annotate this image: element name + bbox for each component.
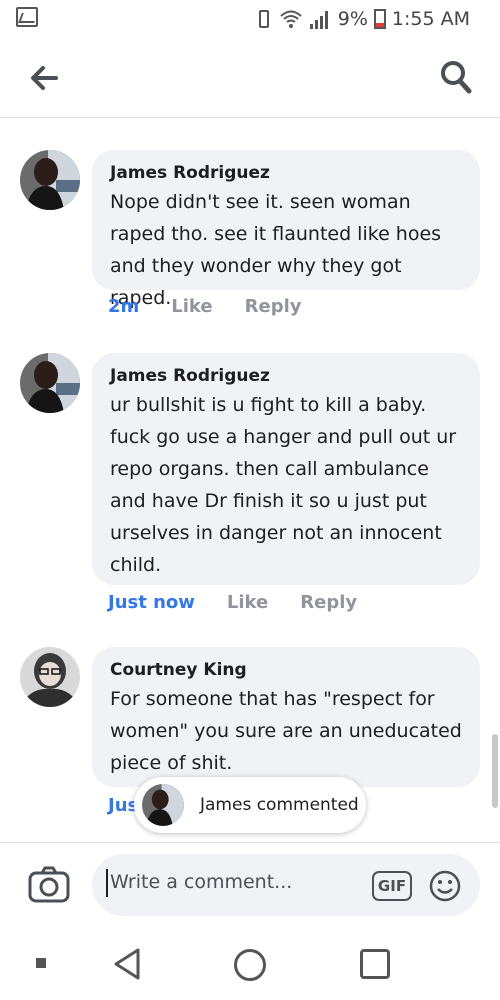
scrollbar[interactable]	[492, 734, 498, 808]
avatar	[142, 784, 184, 826]
camera-icon[interactable]	[28, 865, 70, 905]
search-icon[interactable]	[440, 60, 472, 94]
status-bar: 9% 1:55 AM	[0, 0, 500, 40]
emoji-icon[interactable]	[428, 869, 462, 903]
comment-text: For someone that has "respect for women"…	[110, 688, 462, 774]
vibrate-icon	[254, 9, 274, 29]
battery-percent: 9%	[337, 8, 368, 30]
status-icons: 9% 1:55 AM	[254, 8, 470, 30]
nav-indicator-icon	[36, 958, 46, 968]
system-nav-bar	[0, 930, 500, 1000]
nav-home-icon[interactable]	[234, 949, 266, 981]
nav-back-icon[interactable]	[110, 946, 144, 982]
like-button[interactable]: Like	[227, 592, 268, 613]
clock: 1:55 AM	[391, 8, 470, 30]
avatar[interactable]	[20, 647, 80, 707]
comment-author[interactable]: James Rodriguez	[110, 363, 464, 389]
like-button[interactable]: Like	[171, 296, 212, 317]
new-comment-toast[interactable]: James commented	[134, 777, 366, 833]
comment-bubble: Courtney King For someone that has "resp…	[92, 647, 480, 787]
comment-text: Nope didn't see it. seen woman raped tho…	[110, 191, 442, 309]
gif-icon[interactable]: GIF	[372, 871, 412, 901]
wifi-icon	[280, 10, 302, 28]
toast-text: James commented	[200, 795, 359, 815]
comment-bubble: James Rodriguez ur bullshit is u fight t…	[92, 353, 480, 585]
comment-actions: Just now Like Reply	[108, 592, 357, 613]
comment-author[interactable]: James Rodriguez	[110, 160, 464, 186]
comment-text: ur bullshit is u fight to kill a baby. f…	[110, 394, 457, 576]
reply-button[interactable]: Reply	[245, 296, 302, 317]
comment-input[interactable]: Write a comment... GIF	[92, 854, 480, 916]
signal-icon	[309, 11, 328, 29]
comment-composer: Write a comment... GIF	[0, 842, 500, 930]
reply-button[interactable]: Reply	[300, 592, 357, 613]
comment-timestamp[interactable]: Just now	[108, 592, 195, 613]
comment-input-placeholder: Write a comment...	[105, 869, 293, 897]
comment-bubble: James Rodriguez Nope didn't see it. seen…	[92, 150, 480, 309]
nav-recents-icon[interactable]	[360, 949, 390, 979]
battery-icon	[373, 9, 386, 29]
comment-timestamp[interactable]: 2m	[108, 296, 139, 317]
avatar[interactable]	[20, 353, 80, 413]
avatar[interactable]	[20, 150, 80, 210]
arrow-left-icon[interactable]	[28, 62, 60, 94]
comment-actions: 2m Like Reply	[108, 296, 301, 317]
image-notification-icon	[16, 7, 38, 27]
app-bar	[0, 40, 500, 118]
comment-author[interactable]: Courtney King	[110, 657, 464, 683]
